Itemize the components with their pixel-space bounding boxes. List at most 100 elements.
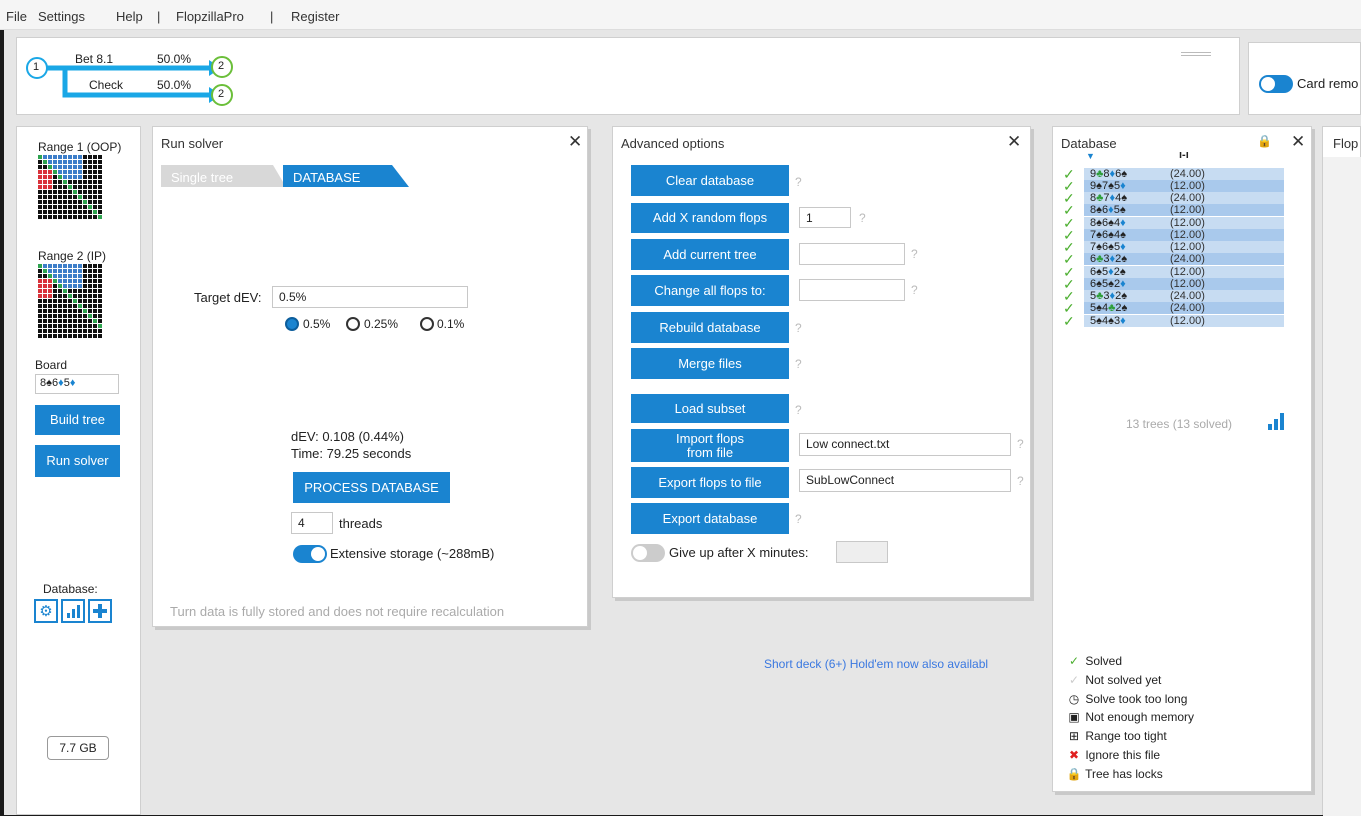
range-cell[interactable] <box>48 284 52 288</box>
range-cell[interactable] <box>83 210 87 214</box>
range-cell[interactable] <box>58 284 62 288</box>
range-cell[interactable] <box>73 215 77 219</box>
close-icon[interactable]: ✕ <box>568 133 582 150</box>
range-cell[interactable] <box>98 185 102 189</box>
change-flops-input[interactable] <box>799 279 905 301</box>
range-cell[interactable] <box>38 175 42 179</box>
range-cell[interactable] <box>68 314 72 318</box>
range-cell[interactable] <box>63 289 67 293</box>
range-cell[interactable] <box>58 274 62 278</box>
range-cell[interactable] <box>83 185 87 189</box>
range-cell[interactable] <box>38 185 42 189</box>
range-cell[interactable] <box>88 294 92 298</box>
range-cell[interactable] <box>73 190 77 194</box>
range-cell[interactable] <box>98 294 102 298</box>
range-cell[interactable] <box>98 334 102 338</box>
range-cell[interactable] <box>53 264 57 268</box>
range-cell[interactable] <box>63 294 67 298</box>
range-cell[interactable] <box>58 264 62 268</box>
range-cell[interactable] <box>38 334 42 338</box>
range-cell[interactable] <box>93 294 97 298</box>
range-cell[interactable] <box>63 279 67 283</box>
range-cell[interactable] <box>68 210 72 214</box>
range-cell[interactable] <box>53 155 57 159</box>
range-cell[interactable] <box>83 215 87 219</box>
sort-arrow-icon[interactable]: ▼ <box>1086 151 1095 161</box>
range-cell[interactable] <box>38 309 42 313</box>
range-cell[interactable] <box>48 304 52 308</box>
import-file-input[interactable]: Low connect.txt <box>799 433 1011 456</box>
database-row[interactable]: 9♣8♦6♠ (24.00) <box>1084 167 1284 180</box>
range-cell[interactable] <box>43 195 47 199</box>
range-cell[interactable] <box>73 185 77 189</box>
range-cell[interactable] <box>88 165 92 169</box>
range-cell[interactable] <box>63 309 67 313</box>
range-cell[interactable] <box>93 264 97 268</box>
range-cell[interactable] <box>38 210 42 214</box>
help-icon[interactable]: ? <box>795 403 802 417</box>
range-cell[interactable] <box>73 180 77 184</box>
range-cell[interactable] <box>38 304 42 308</box>
range-cell[interactable] <box>88 200 92 204</box>
range-cell[interactable] <box>78 155 82 159</box>
range-cell[interactable] <box>48 264 52 268</box>
help-icon[interactable]: ? <box>911 247 918 261</box>
clear-database-button[interactable]: Clear database <box>631 165 789 196</box>
range-cell[interactable] <box>93 175 97 179</box>
menu-file[interactable]: File <box>6 9 27 24</box>
range-cell[interactable] <box>48 170 52 174</box>
range-cell[interactable] <box>43 304 47 308</box>
range-cell[interactable] <box>63 200 67 204</box>
range-cell[interactable] <box>73 274 77 278</box>
range-cell[interactable] <box>68 284 72 288</box>
range-cell[interactable] <box>53 190 57 194</box>
range-cell[interactable] <box>58 200 62 204</box>
help-icon[interactable]: ? <box>795 357 802 371</box>
range-cell[interactable] <box>78 284 82 288</box>
database-row[interactable]: 7♠6♠4♠ (12.00) <box>1084 228 1284 241</box>
range-cell[interactable] <box>68 329 72 333</box>
range-cell[interactable] <box>48 324 52 328</box>
range-cell[interactable] <box>48 165 52 169</box>
range-cell[interactable] <box>83 334 87 338</box>
range-cell[interactable] <box>88 304 92 308</box>
range-cell[interactable] <box>53 195 57 199</box>
range-cell[interactable] <box>38 314 42 318</box>
range-cell[interactable] <box>68 175 72 179</box>
range-cell[interactable] <box>58 269 62 273</box>
range-cell[interactable] <box>78 170 82 174</box>
range-cell[interactable] <box>43 170 47 174</box>
range-cell[interactable] <box>78 210 82 214</box>
range-cell[interactable] <box>68 279 72 283</box>
range-cell[interactable] <box>48 200 52 204</box>
range-cell[interactable] <box>68 319 72 323</box>
range-cell[interactable] <box>58 215 62 219</box>
range-cell[interactable] <box>53 205 57 209</box>
range-cell[interactable] <box>53 185 57 189</box>
range-cell[interactable] <box>83 274 87 278</box>
range-cell[interactable] <box>48 155 52 159</box>
range-cell[interactable] <box>53 299 57 303</box>
range-cell[interactable] <box>98 190 102 194</box>
range-cell[interactable] <box>73 269 77 273</box>
range-cell[interactable] <box>83 160 87 164</box>
range-cell[interactable] <box>73 284 77 288</box>
range-cell[interactable] <box>78 215 82 219</box>
help-icon[interactable]: ? <box>1017 437 1024 451</box>
radio-05-selected[interactable] <box>285 317 299 331</box>
range-cell[interactable] <box>43 200 47 204</box>
range-cell[interactable] <box>93 319 97 323</box>
range-cell[interactable] <box>88 289 92 293</box>
database-row[interactable]: 6♠5♠2♦ (12.00) <box>1084 277 1284 290</box>
range-cell[interactable] <box>53 324 57 328</box>
range-cell[interactable] <box>73 165 77 169</box>
range-cell[interactable] <box>43 210 47 214</box>
range-cell[interactable] <box>93 309 97 313</box>
range-cell[interactable] <box>83 289 87 293</box>
range-cell[interactable] <box>78 334 82 338</box>
range-cell[interactable] <box>78 185 82 189</box>
range-cell[interactable] <box>43 264 47 268</box>
range-cell[interactable] <box>58 175 62 179</box>
range-cell[interactable] <box>38 264 42 268</box>
database-row[interactable]: 9♠7♠5♦ (12.00) <box>1084 179 1284 192</box>
